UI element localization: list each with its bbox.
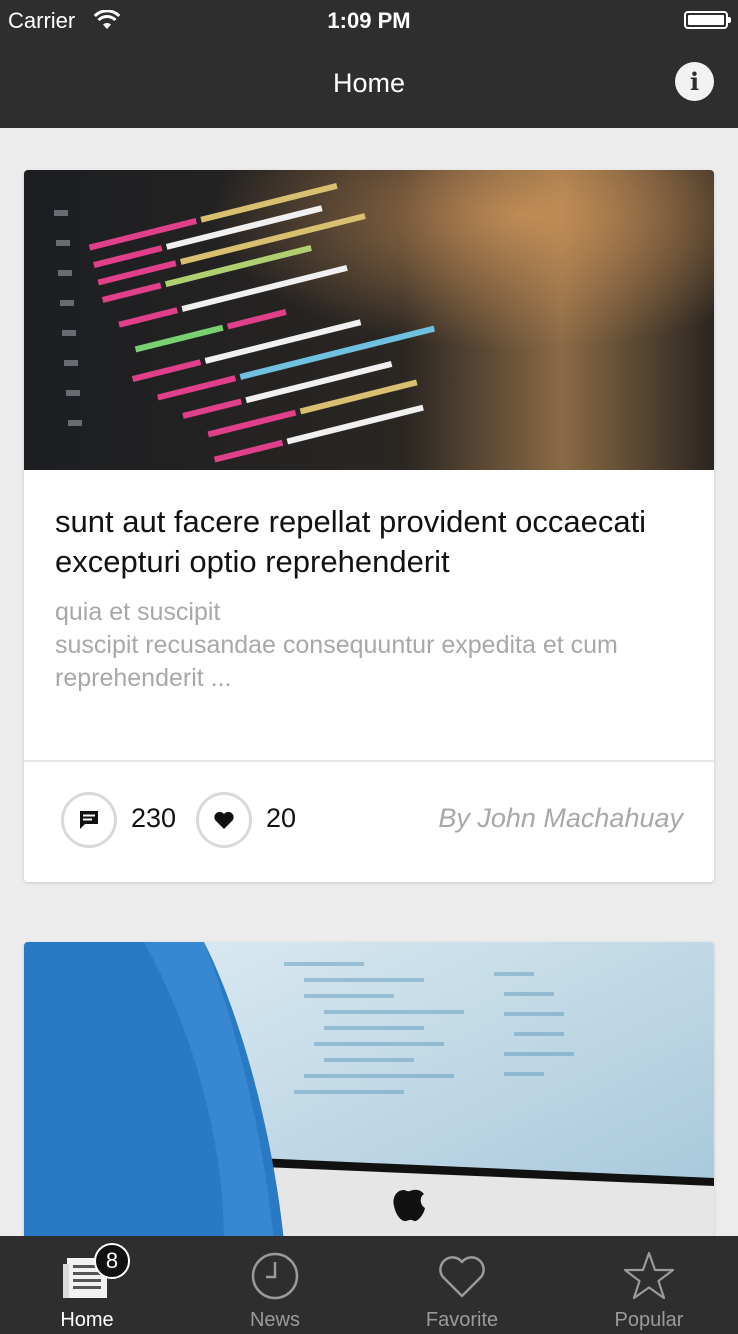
post-image (24, 942, 714, 1242)
like-button[interactable] (196, 792, 252, 848)
info-icon: i (689, 67, 700, 96)
post-author[interactable]: By John Machahuay (438, 803, 683, 834)
tab-news[interactable]: News (183, 1236, 367, 1334)
tab-popular[interactable]: Popular (557, 1236, 738, 1334)
comment-count: 230 (131, 803, 177, 833)
top-bar: Carrier 1:09 PM Home i (0, 0, 738, 128)
post-title[interactable]: sunt aut facere repellat provident occae… (55, 502, 695, 582)
heart-icon (214, 811, 234, 829)
info-button[interactable]: i (675, 62, 714, 101)
post-image (24, 170, 714, 470)
comment-icon (80, 811, 98, 829)
post-excerpt: quia et suscipit suscipit recusandae con… (55, 596, 683, 695)
tab-bar: 8 Home News Favorite Popular (0, 1236, 738, 1334)
status-bar: Carrier 1:09 PM (0, 0, 738, 40)
comments-button[interactable] (61, 792, 117, 848)
excerpt-line: suscipit recusandae consequuntur expedit… (55, 631, 618, 659)
excerpt-line: reprehenderit ... (55, 664, 232, 692)
tab-label: News (249, 1309, 300, 1331)
page-title: Home (332, 68, 406, 98)
divider (24, 760, 714, 762)
notification-badge: 8 (94, 1243, 130, 1279)
tab-home[interactable]: 8 Home (0, 1236, 179, 1334)
like-count: 20 (266, 803, 297, 833)
tab-label: Favorite (425, 1309, 499, 1331)
tab-favorite[interactable]: Favorite (370, 1236, 554, 1334)
post-card[interactable] (24, 942, 714, 1242)
post-card[interactable]: sunt aut facere repellat provident occae… (24, 170, 714, 882)
clock-icon (251, 1252, 299, 1300)
tab-label: Popular (614, 1309, 684, 1331)
tab-label: Home (60, 1309, 114, 1331)
battery-icon (684, 11, 731, 29)
excerpt-line: quia et suscipit (55, 598, 221, 626)
star-icon (623, 1251, 675, 1300)
heart-icon (439, 1256, 485, 1298)
status-time: 1:09 PM (327, 8, 411, 33)
